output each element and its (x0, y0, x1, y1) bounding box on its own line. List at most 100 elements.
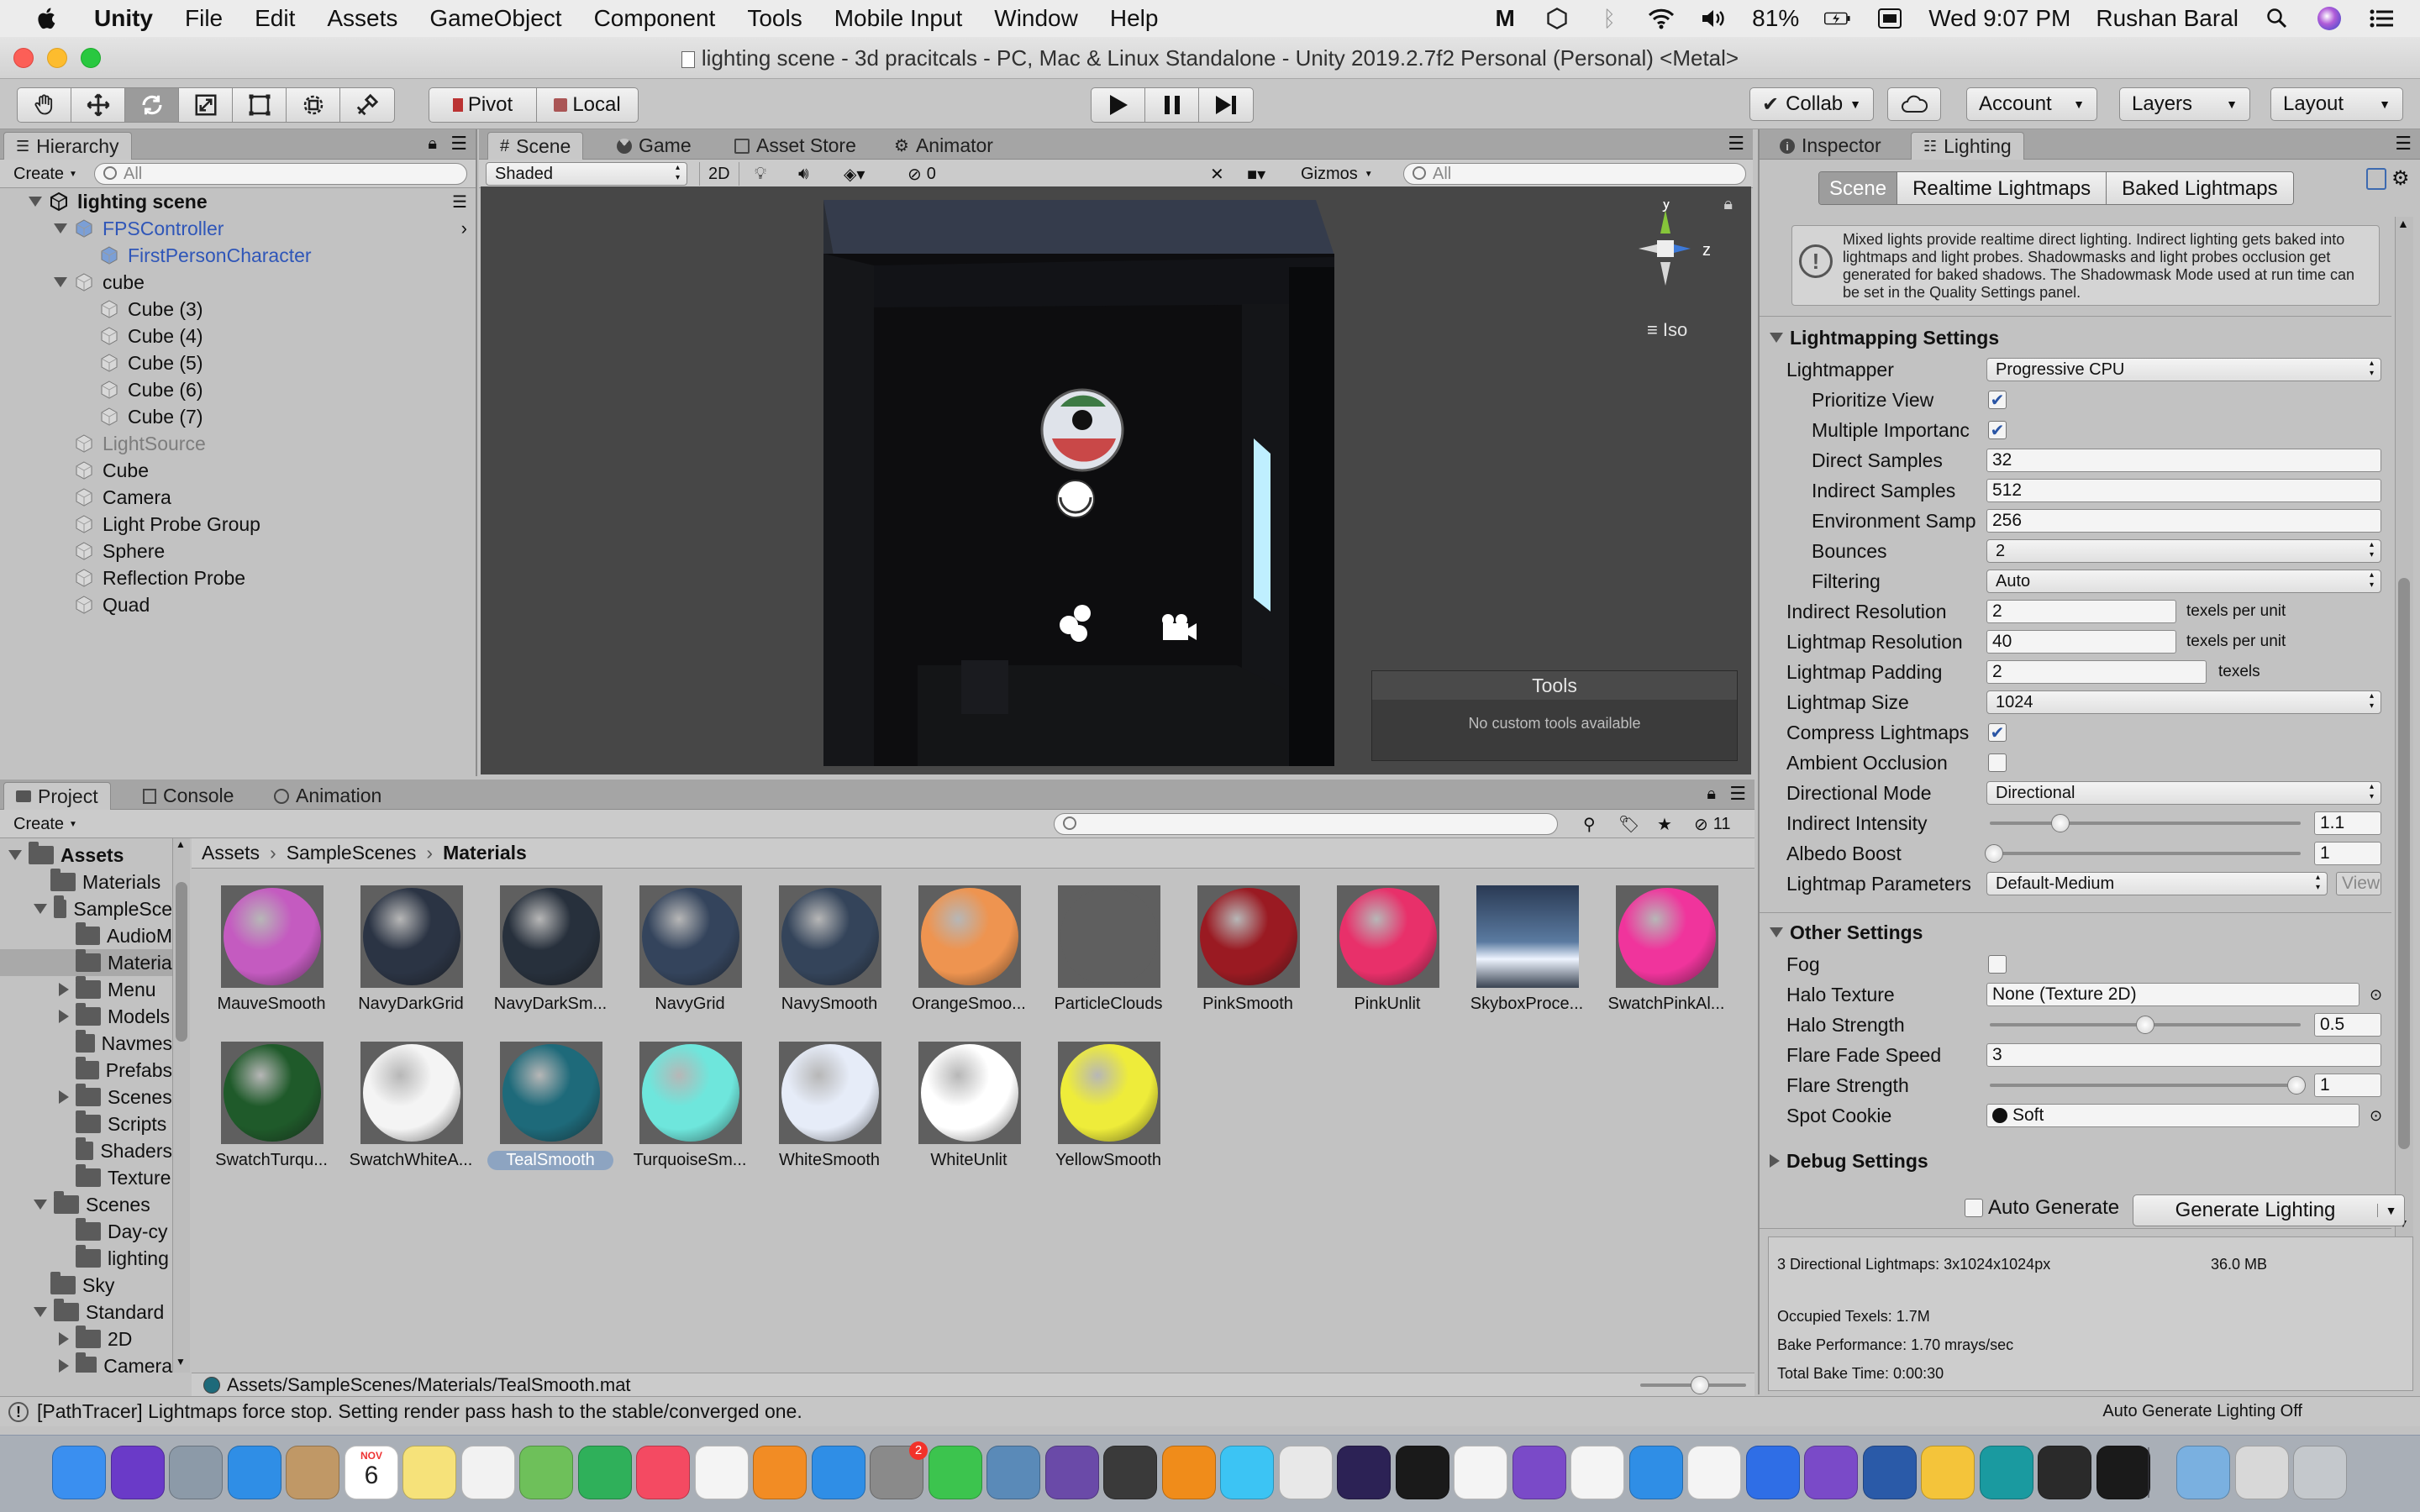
scene-light-quad[interactable] (1254, 438, 1270, 612)
setting-input[interactable]: 40 (1986, 630, 2176, 654)
hierarchy-item[interactable]: Reflection Probe (0, 564, 476, 591)
arduino-icon[interactable] (1980, 1446, 2033, 1499)
folder-tree-item[interactable]: Scenes (0, 1084, 172, 1110)
messages-icon[interactable] (1220, 1446, 1274, 1499)
spotlight-search-icon[interactable] (2264, 7, 2291, 30)
apple-icon[interactable] (34, 5, 60, 32)
expand-arrow-icon[interactable] (54, 223, 67, 234)
local-toggle[interactable]: Local (537, 88, 638, 122)
setting-input[interactable]: 2 (1986, 600, 2176, 623)
setting-dropdown[interactable]: 2 (1986, 539, 2381, 563)
scale-tool-icon[interactable] (179, 88, 233, 122)
folder-tree-item[interactable]: Materials (0, 869, 172, 895)
notes-icon[interactable] (402, 1446, 456, 1499)
material-item[interactable]: SwatchTurqu... (208, 1042, 334, 1197)
subtab-realtime-lightmaps[interactable]: Realtime Lightmaps (1897, 172, 2107, 204)
material-item[interactable]: SkyboxProce... (1464, 885, 1590, 1041)
slider-knob[interactable] (2051, 814, 2070, 832)
folder-tree-item[interactable]: Shaders (0, 1137, 172, 1164)
hierarchy-item[interactable]: FPSController › (0, 215, 476, 242)
tab-animation[interactable]: Animation (262, 782, 393, 810)
no-entry-icon[interactable] (1687, 1446, 1741, 1499)
subtab-scene[interactable]: Scene (1819, 172, 1897, 204)
account-dropdown[interactable]: Account ▼ (1966, 87, 2097, 121)
wifi-icon[interactable] (1648, 7, 1675, 30)
menu-window[interactable]: Window (994, 5, 1078, 32)
material-item[interactable]: YellowSmooth (1045, 1042, 1171, 1197)
hidden-objects-toggle[interactable]: ⊘ 0 (899, 162, 944, 186)
setting-input[interactable]: 3 (1986, 1043, 2381, 1067)
expand-arrow-icon[interactable] (34, 1307, 47, 1317)
hierarchy-item[interactable]: Cube (3) (0, 296, 476, 323)
scroll-up-icon[interactable]: ▲ (176, 838, 186, 850)
unity-status-icon[interactable] (1544, 7, 1570, 30)
hierarchy-item[interactable]: Cube (7) (0, 403, 476, 430)
scene-search-input[interactable]: All (1403, 163, 1746, 185)
books-icon[interactable] (753, 1446, 807, 1499)
view-button[interactable]: View (2336, 872, 2381, 895)
toggle-2d-button[interactable]: 2D (699, 162, 739, 186)
collapse-arrow-icon[interactable] (59, 1332, 69, 1346)
subtab-baked-lightmaps[interactable]: Baked Lightmaps (2106, 172, 2293, 204)
folder-tree-item[interactable]: AudioM (0, 922, 172, 949)
scene-root-row[interactable]: lighting scene ☰ (0, 188, 476, 215)
sublime-text-icon[interactable] (1103, 1446, 1157, 1499)
setting-input[interactable]: 32 (1986, 449, 2381, 472)
object-field[interactable]: None (Texture 2D) (1986, 983, 2360, 1006)
custom-tool-icon[interactable] (340, 88, 394, 122)
slider-value-input[interactable]: 1 (2314, 1074, 2381, 1097)
favorites-star-icon[interactable]: ★ (1649, 812, 1681, 836)
debug-settings-header[interactable]: Debug Settings (1760, 1146, 2420, 1176)
layers-dropdown[interactable]: Layers ▼ (2119, 87, 2250, 121)
folder-tree-item[interactable]: Scripts (0, 1110, 172, 1137)
create-dropdown[interactable]: Create ▼ (5, 162, 86, 186)
folder-tree-item[interactable]: Prefabs (0, 1057, 172, 1084)
warning-icon[interactable]: ! (8, 1401, 29, 1422)
setting-input[interactable]: 2 (1986, 660, 2207, 684)
scene-audio-icon[interactable]: 🔊︎ (790, 162, 818, 186)
scene-small-cube[interactable] (961, 660, 1008, 714)
generate-lighting-button[interactable]: Generate Lighting ▼ (2133, 1194, 2405, 1226)
malwarebytes-icon[interactable]: M (1491, 5, 1518, 31)
menu-component[interactable]: Component (594, 5, 716, 32)
help-book-icon[interactable] (2366, 168, 2386, 190)
material-item[interactable]: NavySmooth (766, 885, 892, 1041)
tab-console[interactable]: Console (131, 782, 245, 810)
setting-checkbox[interactable] (1988, 753, 2007, 772)
menu-mobile-input[interactable]: Mobile Input (834, 5, 963, 32)
material-item[interactable]: WhiteUnlit (906, 1042, 1032, 1197)
trash-icon[interactable] (2293, 1446, 2347, 1499)
chevron-down-icon[interactable]: ▼ (2377, 1204, 2404, 1217)
setting-dropdown[interactable]: Directional (1986, 781, 2381, 805)
tab-lighting[interactable]: ☷ Lighting (1911, 132, 2024, 160)
scene-effects-icon[interactable]: ◈▾ (835, 162, 873, 186)
launchpad-icon[interactable] (169, 1446, 223, 1499)
cloud-services-button[interactable] (1887, 87, 1941, 121)
hierarchy-item[interactable]: Cube (4) (0, 323, 476, 349)
lock-icon[interactable]: 🔒︎ (1707, 785, 1716, 804)
open-prefab-chevron-icon[interactable]: › (461, 218, 467, 239)
tab-hierarchy[interactable]: ☰ Hierarchy (3, 132, 132, 160)
setting-checkbox[interactable]: ✔ (1988, 421, 2007, 440)
scene-tools-icon[interactable]: ✕ (1202, 162, 1233, 186)
settings-gear-icon[interactable]: ⚙︎ (2391, 166, 2410, 191)
hierarchy-item[interactable]: Cube (5) (0, 349, 476, 376)
expand-arrow-icon[interactable] (54, 277, 67, 287)
tab-project[interactable]: Project (3, 782, 111, 810)
shading-mode-dropdown[interactable]: Shaded (486, 162, 687, 186)
tree-scrollbar[interactable]: ▲ ▼ (173, 838, 190, 1373)
material-item[interactable]: MauveSmooth (208, 885, 334, 1041)
pycharm-icon[interactable] (1396, 1446, 1449, 1499)
project-search-input[interactable] (1054, 813, 1558, 835)
vscode-icon[interactable] (1629, 1446, 1683, 1499)
setting-checkbox[interactable] (1988, 955, 2007, 974)
material-item[interactable]: ParticleClouds (1045, 885, 1171, 1041)
transform-tool-icon[interactable] (287, 88, 340, 122)
material-item[interactable]: NavyDarkGrid (348, 885, 474, 1041)
object-picker-icon[interactable]: ⊙ (2370, 986, 2382, 1004)
search-by-type-icon[interactable]: ⚲ (1575, 812, 1604, 836)
layout-dropdown[interactable]: Layout ▼ (2270, 87, 2403, 121)
word-icon[interactable] (1863, 1446, 1917, 1499)
menu-edit[interactable]: Edit (255, 5, 295, 32)
setting-input[interactable]: 256 (1986, 509, 2381, 533)
